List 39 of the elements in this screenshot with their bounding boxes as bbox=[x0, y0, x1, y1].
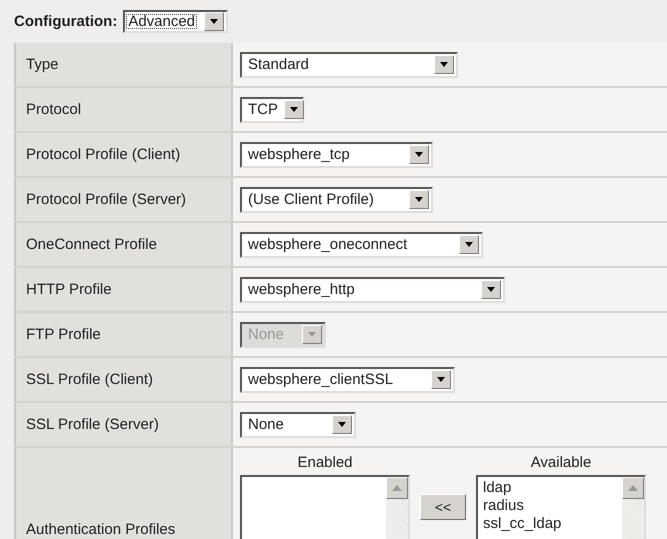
caret-icon bbox=[440, 62, 448, 67]
dropdown[interactable]: websphere_oneconnect bbox=[240, 232, 483, 258]
list-item[interactable]: radius bbox=[483, 497, 617, 515]
dropdown[interactable]: websphere_http bbox=[240, 276, 505, 302]
dropdown[interactable]: None bbox=[240, 412, 356, 438]
caret-icon bbox=[415, 152, 423, 157]
column-heading: Available bbox=[530, 454, 592, 471]
caret-icon bbox=[465, 242, 473, 247]
list-box[interactable]: ldap radius ssl_cc_ldap bbox=[476, 475, 646, 539]
field-label: Protocol Profile (Server) bbox=[26, 191, 186, 208]
caret-icon bbox=[210, 19, 218, 24]
field-label: Authentication Profiles bbox=[26, 521, 176, 538]
field-label: Protocol Profile (Client) bbox=[26, 146, 180, 163]
caret-icon bbox=[308, 332, 316, 337]
caret-icon bbox=[290, 107, 298, 112]
configuration-label: Configuration: bbox=[14, 13, 118, 30]
configuration-dropdown[interactable]: Advanced bbox=[123, 10, 228, 33]
caret-icon bbox=[338, 422, 346, 427]
column-heading: Enabled bbox=[297, 454, 353, 471]
field-label: FTP Profile bbox=[26, 326, 101, 343]
dropdown[interactable]: websphere_tcp bbox=[240, 142, 433, 168]
dropdown[interactable]: Standard bbox=[240, 52, 458, 78]
caret-icon bbox=[437, 377, 445, 382]
list-item[interactable]: ssl_cc_ldap bbox=[483, 515, 617, 533]
scroll-up-icon bbox=[392, 485, 402, 491]
field-label: SSL Profile (Server) bbox=[26, 416, 159, 433]
field-label: SSL Profile (Client) bbox=[26, 371, 153, 388]
caret-icon bbox=[415, 197, 423, 202]
move-left-button[interactable]: << bbox=[420, 494, 466, 520]
dropdown[interactable]: TCP bbox=[240, 96, 304, 122]
field-label: HTTP Profile bbox=[26, 281, 112, 298]
field-label: Type bbox=[26, 56, 59, 73]
dropdown[interactable]: websphere_clientSSL bbox=[240, 366, 455, 392]
field-label: OneConnect Profile bbox=[26, 236, 157, 253]
list-item[interactable]: ldap bbox=[483, 479, 617, 497]
field-label: Protocol bbox=[26, 101, 82, 118]
dropdown[interactable]: (Use Client Profile) bbox=[240, 186, 433, 212]
caret-icon bbox=[487, 287, 495, 292]
scroll-up-icon bbox=[628, 485, 638, 491]
